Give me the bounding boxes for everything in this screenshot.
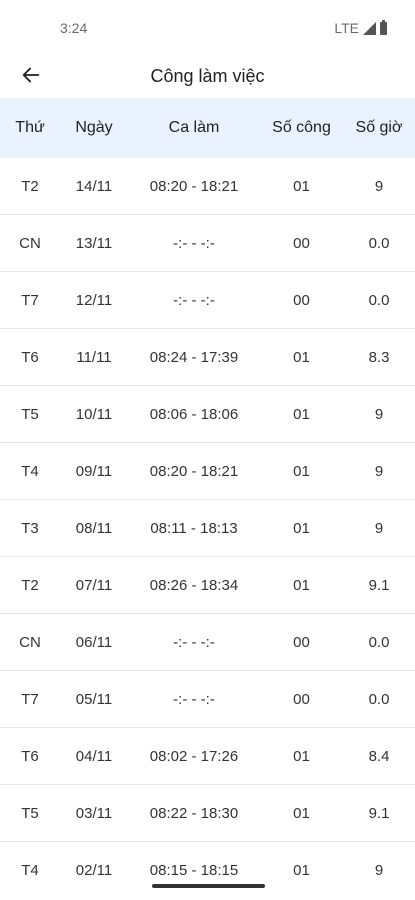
hours-cell: 9 [374, 462, 384, 480]
workdays-cell: 01 [293, 348, 310, 366]
table-header: Thứ Ngày Ca làm Số công Số giờ [0, 98, 415, 158]
table-row: T4 09/11 08:20 - 18:21 01 9 [0, 443, 415, 500]
date-cell: 13/11 [75, 234, 113, 252]
hours-cell: 9 [374, 405, 384, 423]
date-cell: 09/11 [75, 462, 113, 480]
column-header-workdays: Số công [272, 119, 331, 136]
day-cell: T5 [21, 405, 39, 423]
status-bar: 3:24 LTE [0, 0, 415, 56]
table-row: T5 10/11 08:06 - 18:06 01 9 [0, 386, 415, 443]
date-cell: 03/11 [75, 804, 113, 822]
hours-cell: 0.0 [368, 234, 390, 252]
column-header-day: Thứ [15, 119, 45, 136]
date-cell: 10/11 [75, 405, 113, 423]
shift-cell: 08:02 - 17:26 [149, 747, 239, 765]
shift-cell: -:- - -:- [173, 633, 215, 651]
column-header-shift: Ca làm [168, 119, 220, 136]
date-cell: 04/11 [75, 747, 113, 765]
hours-cell: 9 [374, 519, 384, 537]
hours-cell: 0.0 [368, 291, 390, 309]
workdays-cell: 01 [293, 576, 310, 594]
workdays-cell: 01 [293, 804, 310, 822]
workdays-cell: 00 [293, 291, 310, 309]
shift-cell: 08:06 - 18:06 [149, 405, 239, 423]
workdays-cell: 00 [293, 690, 310, 708]
workdays-cell: 01 [293, 747, 310, 765]
shift-cell: 08:22 - 18:30 [149, 804, 239, 822]
table-row: T6 11/11 08:24 - 17:39 01 8.3 [0, 329, 415, 386]
workdays-cell: 01 [293, 177, 310, 195]
date-cell: 07/11 [75, 576, 113, 594]
home-indicator [152, 884, 265, 888]
table-row: T5 03/11 08:22 - 18:30 01 9.1 [0, 785, 415, 842]
shift-cell: 08:24 - 17:39 [149, 348, 239, 366]
date-cell: 05/11 [75, 690, 113, 708]
date-cell: 02/11 [75, 862, 113, 879]
column-header-hours: Số giờ [355, 119, 403, 136]
date-cell: 11/11 [76, 348, 112, 366]
day-cell: T7 [21, 690, 39, 708]
hours-cell: 8.4 [368, 747, 390, 765]
day-cell: T4 [21, 462, 39, 480]
shift-cell: -:- - -:- [173, 291, 215, 309]
network-label: LTE [334, 20, 359, 36]
signal-icon [363, 21, 376, 35]
table-row: CN 13/11 -:- - -:- 00 0.0 [0, 215, 415, 272]
workdays-cell: 01 [293, 462, 310, 480]
hours-cell: 9 [374, 862, 384, 879]
day-cell: T6 [21, 348, 39, 366]
day-cell: T2 [21, 177, 39, 195]
attendance-table: T2 14/11 08:20 - 18:21 01 9 CN 13/11 -:- - -:- 0… [0, 158, 415, 899]
column-header-date: Ngày [75, 119, 113, 136]
date-cell: 08/11 [75, 519, 113, 537]
app-bar: Công làm việc [0, 52, 415, 98]
status-time: 3:24 [60, 20, 88, 36]
date-cell: 06/11 [75, 633, 113, 651]
shift-cell: -:- - -:- [173, 234, 215, 252]
shift-cell: 08:20 - 18:21 [149, 177, 239, 195]
shift-cell: 08:26 - 18:34 [149, 576, 239, 594]
table-row: T7 05/11 -:- - -:- 00 0.0 [0, 671, 415, 728]
workdays-cell: 01 [293, 862, 310, 879]
table-row: T7 12/11 -:- - -:- 00 0.0 [0, 272, 415, 329]
date-cell: 14/11 [75, 177, 113, 195]
day-cell: T2 [21, 576, 39, 594]
hours-cell: 9.1 [368, 804, 390, 822]
shift-cell: 08:15 - 18:15 [149, 862, 239, 879]
table-row: T6 04/11 08:02 - 17:26 01 8.4 [0, 728, 415, 785]
battery-icon [380, 19, 387, 35]
hours-cell: 0.0 [368, 633, 390, 651]
shift-cell: 08:20 - 18:21 [149, 462, 239, 480]
day-cell: T4 [21, 862, 39, 879]
hours-cell: 9 [374, 177, 384, 195]
table-row: T2 07/11 08:26 - 18:34 01 9.1 [0, 557, 415, 614]
day-cell: CN [19, 633, 41, 651]
date-cell: 12/11 [75, 291, 113, 309]
hours-cell: 9.1 [368, 576, 390, 594]
workdays-cell: 01 [293, 405, 310, 423]
status-indicators: LTE [334, 19, 387, 36]
workdays-cell: 01 [293, 519, 310, 537]
shift-cell: 08:11 - 18:13 [150, 519, 238, 537]
page-title: Công làm việc [150, 66, 265, 86]
day-cell: CN [19, 234, 41, 252]
day-cell: T7 [21, 291, 39, 309]
workdays-cell: 00 [293, 234, 310, 252]
table-row: T4 02/11 08:15 - 18:15 01 9 [0, 842, 415, 899]
day-cell: T5 [21, 804, 39, 822]
shift-cell: -:- - -:- [173, 690, 215, 708]
table-row: T3 08/11 08:11 - 18:13 01 9 [0, 500, 415, 557]
day-cell: T3 [21, 519, 39, 537]
hours-cell: 0.0 [368, 690, 390, 708]
table-row: T2 14/11 08:20 - 18:21 01 9 [0, 158, 415, 215]
workdays-cell: 00 [293, 633, 310, 651]
table-row: CN 06/11 -:- - -:- 00 0.0 [0, 614, 415, 671]
day-cell: T6 [21, 747, 39, 765]
hours-cell: 8.3 [368, 348, 390, 366]
